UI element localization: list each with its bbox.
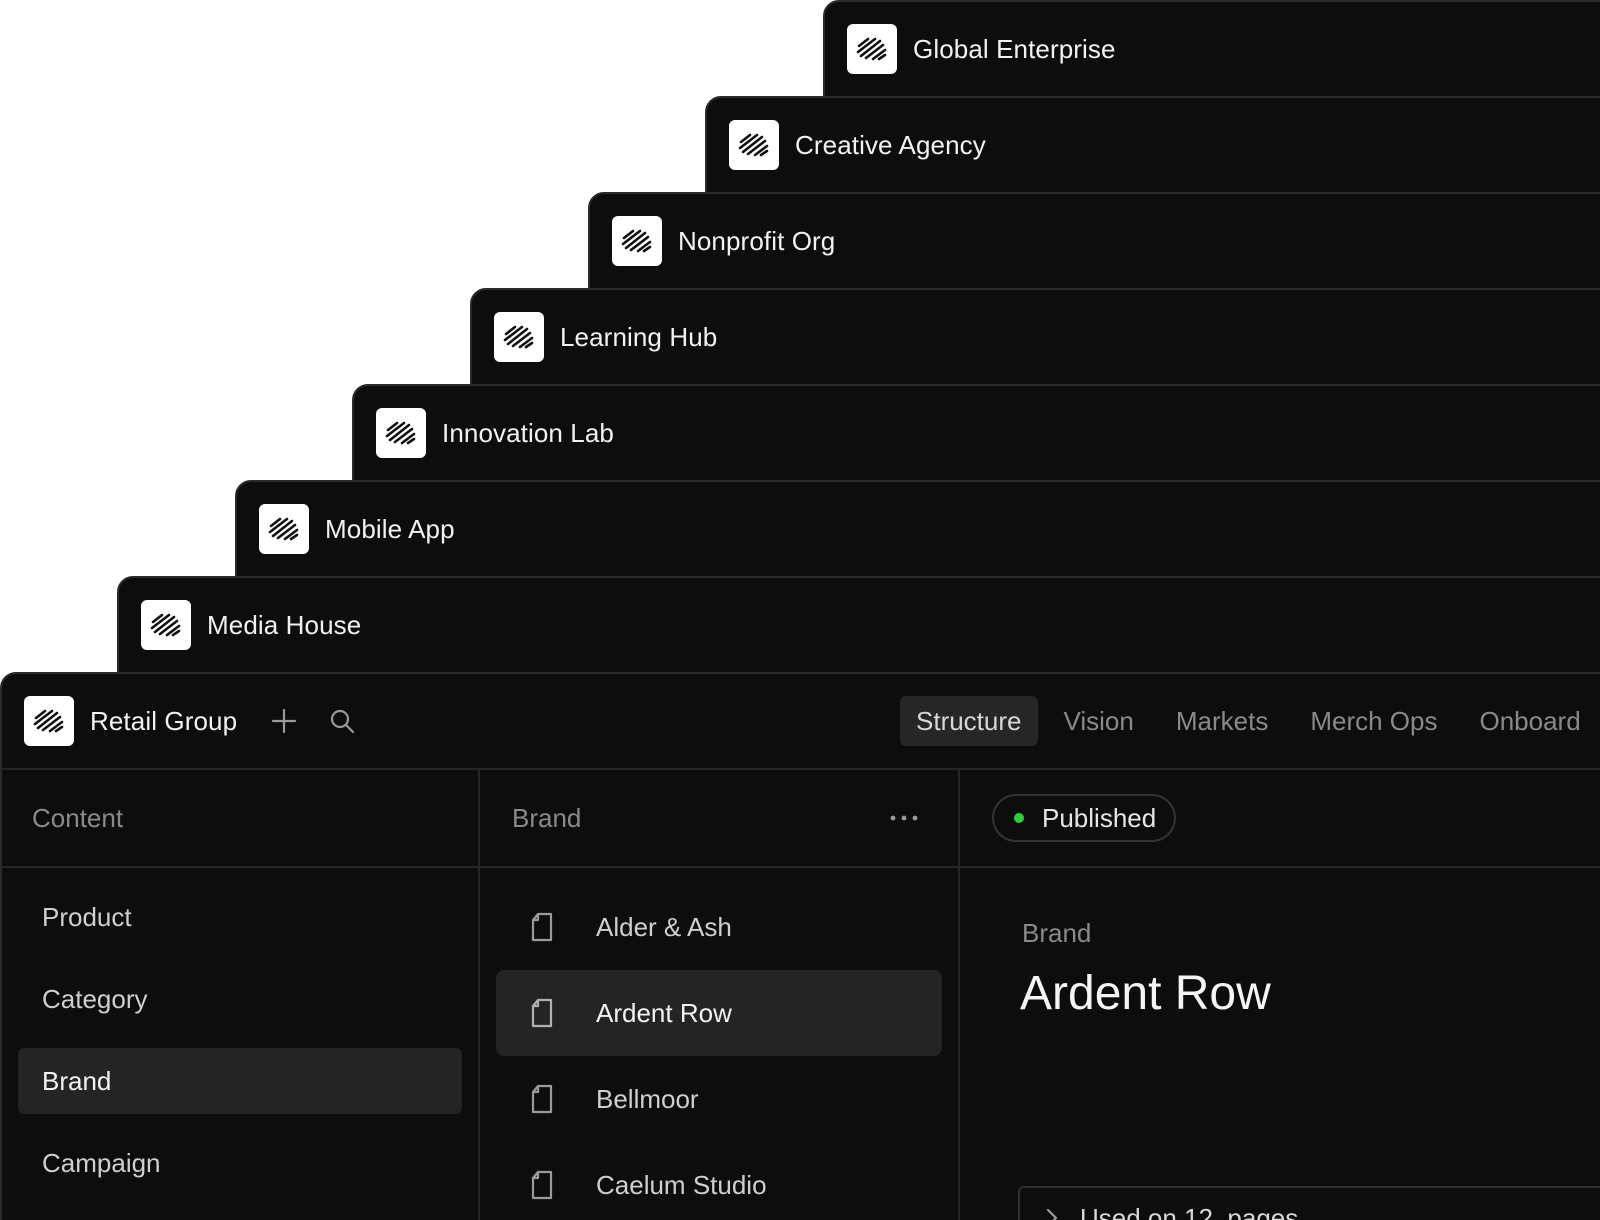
workspace-name: Global Enterprise [913,33,1116,64]
document-item-ardent-row[interactable]: Ardent Row [496,970,942,1056]
workspace-name: Media House [207,609,362,640]
tab-merch-ops[interactable]: Merch Ops [1294,696,1453,746]
document-icon [526,1169,558,1201]
workspace-card-header: Learning Hub [494,312,717,362]
document-type-label: Brand [1022,918,1092,948]
usage-references-row[interactable]: Used on 12 pages [1018,1186,1600,1220]
top-bar: Retail Group Structure Vision Markets Me… [2,674,1600,770]
document-label: Caelum Studio [596,1169,767,1200]
status-dot [1014,813,1024,823]
document-detail-header: Published [960,770,1600,868]
content-pane-header: Content [2,770,478,868]
usage-text: Used on 12 pages [1080,1202,1299,1220]
document-label: Alder & Ash [596,911,732,942]
document-list-header: Brand [480,770,958,868]
chevron-right-icon [1040,1206,1064,1220]
document-detail-pane: Published Brand Ardent Row Used on 12 pa… [960,770,1600,1220]
status-badge[interactable]: Published [992,794,1177,842]
document-title: Ardent Row [1020,967,1271,1020]
workspace-name: Retail Group [90,705,238,736]
content-type-list: Product Category Brand Campaign [18,884,462,1212]
workspace-name: Creative Agency [795,129,986,160]
workspace-card-header: Media House [141,600,361,650]
tab-structure[interactable]: Structure [900,696,1038,746]
scribble-logo-icon [259,504,309,554]
workspace-stack-stage: Global Enterprise Creative Agency Nonpro… [0,0,1600,1220]
document-item-alder-ash[interactable]: Alder & Ash [496,884,942,970]
workspace-card-header: Creative Agency [729,120,986,170]
workspace-window-retail-group: Retail Group Structure Vision Markets Me… [0,672,1600,1220]
tab-vision[interactable]: Vision [1048,696,1150,746]
document-list: Alder & Ash Ardent Row Bellmoor Caelum S… [496,884,942,1220]
document-list-title: Brand [512,803,582,833]
status-text: Published [1042,802,1157,833]
workspace-name: Nonprofit Org [678,225,836,256]
workspace-card-header: Nonprofit Org [612,216,835,266]
workspace-name: Innovation Lab [442,417,614,448]
scribble-logo-icon [494,312,544,362]
document-label: Bellmoor [596,1083,699,1114]
scribble-logo-icon [24,696,74,746]
workspace-card-header: Global Enterprise [847,24,1116,74]
workspace-header[interactable]: Retail Group [24,696,237,746]
content-pane-title: Content [32,803,124,833]
workspace-name: Learning Hub [560,321,718,352]
content-type-item-campaign[interactable]: Campaign [18,1130,462,1196]
scribble-logo-icon [376,408,426,458]
scribble-logo-icon [847,24,897,74]
tab-markets[interactable]: Markets [1160,696,1284,746]
search-icon[interactable] [326,705,358,737]
scribble-logo-icon [729,120,779,170]
scribble-logo-icon [141,600,191,650]
more-horizontal-icon[interactable] [888,804,920,832]
section-tabs: Structure Vision Markets Merch Ops Onboa… [900,696,1600,746]
workspace-name: Mobile App [325,513,455,544]
document-icon [526,911,558,943]
content-type-item-product[interactable]: Product [18,884,462,950]
document-item-caelum-studio[interactable]: Caelum Studio [496,1142,942,1220]
scribble-logo-icon [612,216,662,266]
document-item-bellmoor[interactable]: Bellmoor [496,1056,942,1142]
document-list-pane: Brand Alder & Ash Ardent Row Bellmoor Ca… [480,770,960,1220]
document-label: Ardent Row [596,997,732,1028]
workspace-card-header: Mobile App [259,504,455,554]
tab-onboard[interactable]: Onboard [1463,696,1596,746]
document-icon [526,997,558,1029]
document-icon [526,1083,558,1115]
plus-icon[interactable] [268,705,300,737]
workspace-card-header: Innovation Lab [376,408,614,458]
content-type-item-brand[interactable]: Brand [18,1048,462,1114]
content-pane: Content Product Category Brand Campaign [2,770,480,1220]
content-type-item-category[interactable]: Category [18,966,462,1032]
